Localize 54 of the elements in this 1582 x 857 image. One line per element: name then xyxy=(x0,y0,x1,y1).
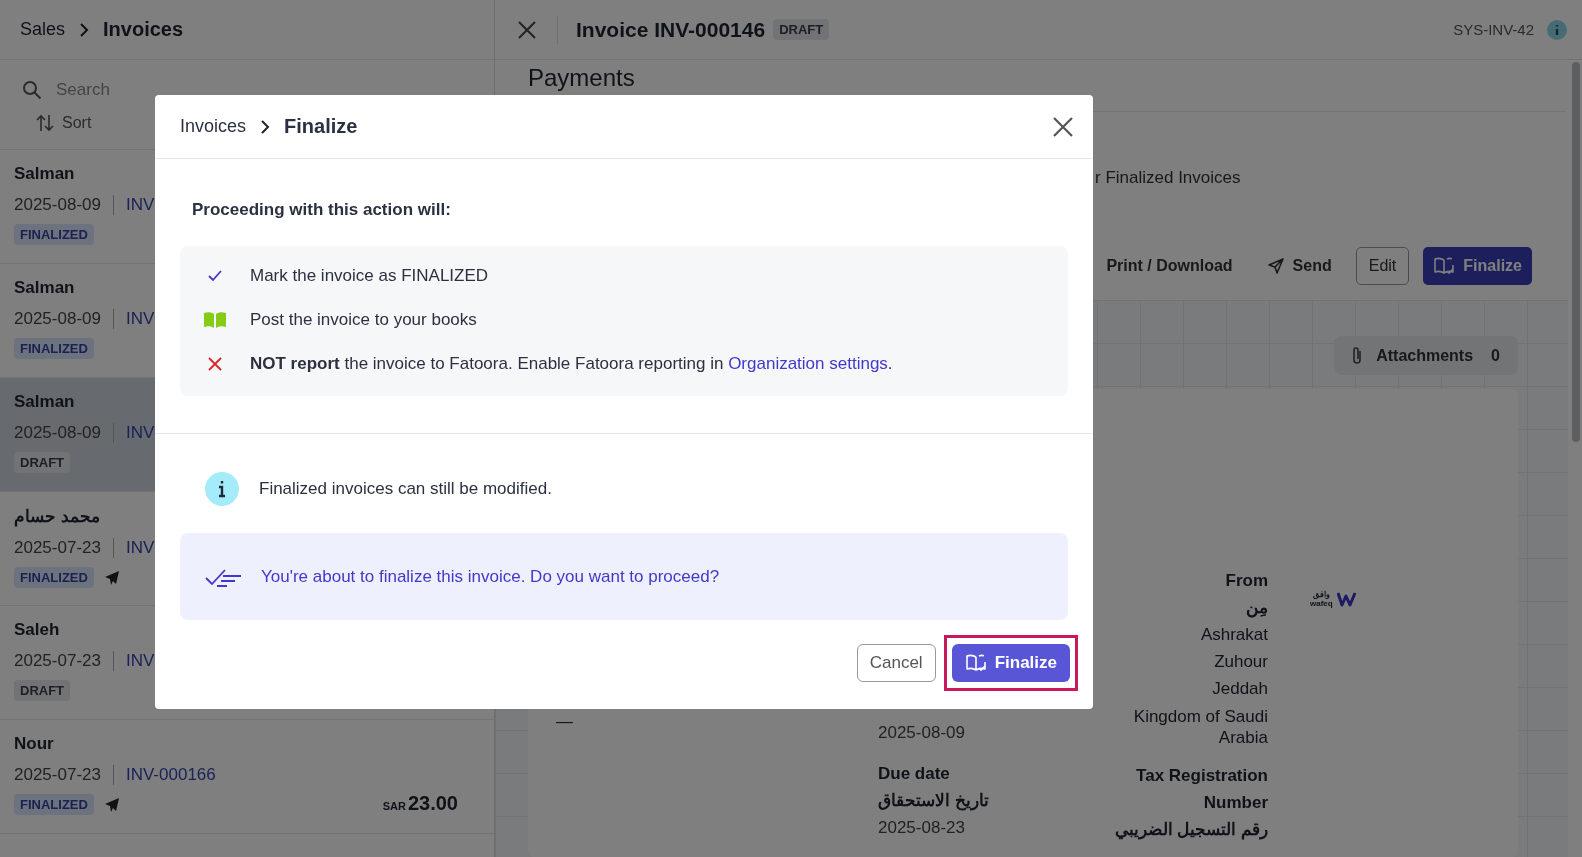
field-label: مِن xyxy=(1246,597,1268,620)
customer-name: Salman xyxy=(14,164,75,184)
status-badge: DRAFT xyxy=(773,19,830,40)
field-label: From xyxy=(1225,570,1268,592)
section-heading: Payments xyxy=(528,64,635,91)
confirmation-text: You're about to finalize this invoice. Do you want to proceed? xyxy=(261,566,720,587)
invoice-date: 2025-08-09 xyxy=(14,195,101,215)
invoice-amount: 23.00 xyxy=(407,792,458,815)
page-title: Invoices xyxy=(103,18,184,41)
status-badge: FINALIZED xyxy=(14,794,94,815)
field-value: — xyxy=(556,712,573,731)
logo-text: wafeq xyxy=(1310,599,1333,608)
address-line: Ashrakat xyxy=(1200,624,1268,646)
invoice-number: INV-000166 xyxy=(125,765,216,785)
invoice-date: 2025-07-23 xyxy=(14,765,101,785)
field-label: رقم التسجيل الضريبي xyxy=(1114,819,1268,842)
field-label: Due date xyxy=(878,763,951,785)
address-line: Jeddah xyxy=(1212,678,1268,700)
currency-label: SAR xyxy=(382,800,406,812)
due-date: 2025-08-23 xyxy=(878,817,966,839)
status-badge: FINALIZED xyxy=(14,224,94,245)
customer-name: محمد حسام xyxy=(14,506,100,527)
invoice-date: 2025-07-23 xyxy=(14,651,101,671)
status-badge: DRAFT xyxy=(14,680,71,701)
invoice-number: INV xyxy=(125,423,155,443)
invoice-date: 2025-08-09 xyxy=(14,423,101,443)
field-label: تاريخ الاستحقاق xyxy=(878,790,990,813)
invoice-date: 2025-07-23 xyxy=(14,538,101,558)
address-line: Zuhour xyxy=(1214,651,1268,673)
system-id: SYS-INV-42 xyxy=(1453,21,1534,38)
dialog-title: Finalize xyxy=(284,115,358,138)
invoice-number: INV xyxy=(125,538,155,558)
invoice-title: Invoice INV-000146 xyxy=(576,17,766,42)
effect-text: Post the invoice to your books xyxy=(250,310,477,330)
intro-text: Proceeding with this action will: xyxy=(192,200,451,219)
customer-name: Salman xyxy=(14,278,75,298)
customer-name: Salman xyxy=(14,392,75,412)
customer-name: Nour xyxy=(14,734,54,754)
effect-text: Mark the invoice as FINALIZED xyxy=(250,266,489,286)
status-badge: FINALIZED xyxy=(14,338,94,359)
logo-text: وافق xyxy=(1312,590,1330,599)
invoice-number: INV xyxy=(125,195,155,215)
invoice-number: INV xyxy=(125,309,155,329)
status-badge: FINALIZED xyxy=(14,567,94,588)
invoice-number: INV xyxy=(125,651,155,671)
info-text: Finalized invoices can still be modified. xyxy=(259,479,552,499)
field-label: Tax Registration Number xyxy=(1135,765,1268,814)
notice-text: r Finalized Invoices xyxy=(1095,168,1241,187)
issue-date: 2025-08-09 xyxy=(878,722,966,744)
effect-text: NOT report the invoice to Fatoora. Enable Fatoora reporting in Organization settings. xyxy=(250,354,893,374)
address-line: Kingdom of Saudi Arabia xyxy=(1132,706,1268,748)
customer-name: Saleh xyxy=(14,620,60,640)
invoice-date: 2025-08-09 xyxy=(14,309,101,329)
status-badge: DRAFT xyxy=(14,452,71,473)
